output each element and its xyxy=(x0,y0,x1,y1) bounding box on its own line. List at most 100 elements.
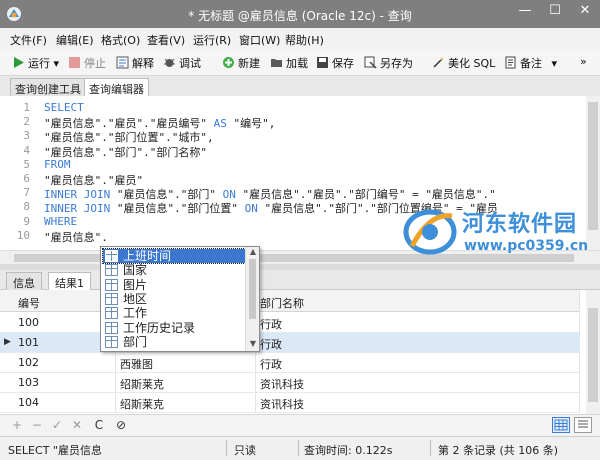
line-number: 5 xyxy=(23,157,30,171)
save-icon xyxy=(317,57,328,68)
maximize-button[interactable]: ☐ xyxy=(540,0,570,22)
load-button[interactable]: 加载 xyxy=(270,55,308,71)
run-button[interactable]: 运行 ▾ xyxy=(12,55,59,71)
menu-window[interactable]: 窗口(W) xyxy=(239,32,280,48)
result-tabs: 信息 结果1 xyxy=(0,270,600,290)
table-cell[interactable]: 资讯科技 xyxy=(256,373,580,392)
table-cell[interactable]: 104 xyxy=(0,393,116,412)
sql-keyword: INNER JOIN xyxy=(44,202,111,216)
table-cell[interactable]: 绍斯莱克 xyxy=(116,393,256,412)
code-line[interactable]: 1 SELECT xyxy=(0,101,600,116)
grid-view-icon xyxy=(554,419,568,431)
table-cell[interactable]: 西雅图 xyxy=(116,353,256,372)
menu-view[interactable]: 查看(V) xyxy=(147,32,185,48)
autocomplete-scrollbar[interactable]: ▲ ▼ xyxy=(245,247,259,351)
code-line[interactable]: 5 FROM xyxy=(0,158,600,173)
refresh-button[interactable]: C xyxy=(92,418,106,432)
table-icon xyxy=(105,264,118,277)
query-tabs: 查询创建工具 查询编辑器 xyxy=(0,76,600,96)
tab-result-1[interactable]: 结果1 xyxy=(48,272,91,290)
column-header-department[interactable]: 部门名称 xyxy=(256,290,580,312)
grid-view-button[interactable] xyxy=(552,417,570,433)
menu-file[interactable]: 文件(F) xyxy=(10,32,47,48)
apply-changes-button[interactable]: ✓ xyxy=(50,418,64,432)
status-separator xyxy=(430,440,431,456)
new-button[interactable]: 新建 xyxy=(222,55,260,71)
autocomplete-item[interactable]: 上班时间 xyxy=(102,248,246,264)
code-line[interactable]: 3 "雇员信息"."部门位置"."城市", xyxy=(0,129,600,144)
stop-button[interactable]: 停止 xyxy=(68,55,106,71)
code-line[interactable]: 7 INNER JOIN "雇员信息"."部门" ON "雇员信息"."雇员"."… xyxy=(0,186,600,201)
toolbar-overflow-button[interactable]: » xyxy=(580,55,587,71)
explain-button[interactable]: 解释 xyxy=(116,55,154,71)
table-cell[interactable]: 101 xyxy=(0,333,116,352)
new-label: 新建 xyxy=(238,57,260,70)
close-button[interactable]: ✕ xyxy=(570,0,600,22)
notes-label: 备注 xyxy=(520,57,542,70)
notes-dropdown-arrow[interactable]: ▾ xyxy=(552,57,558,70)
column-header-id[interactable]: 编号 xyxy=(0,290,116,312)
line-number: 7 xyxy=(23,186,30,200)
minimize-button[interactable]: — xyxy=(510,0,540,22)
table-cell[interactable]: 100 xyxy=(0,313,116,332)
menu-format[interactable]: 格式(O) xyxy=(101,32,140,48)
status-bar: SELECT "雇员信息 只读 查询时间: 0.122s 第 2 条记录 (共 … xyxy=(0,436,600,460)
autocomplete-item[interactable]: 图片 xyxy=(103,278,245,292)
code-line[interactable]: 4 "雇员信息"."部门"."部门名称" xyxy=(0,144,600,159)
table-cell[interactable]: 绍斯莱克 xyxy=(116,373,256,392)
table-cell[interactable]: 行政 xyxy=(256,313,580,332)
table-cell[interactable]: 103 xyxy=(0,373,116,392)
autocomplete-scroll-thumb[interactable] xyxy=(249,259,256,319)
autocomplete-label: 工作 xyxy=(123,306,148,321)
sql-keyword: ON xyxy=(244,202,258,216)
grid-toolbar: + − ✓ ✕ C ⊘ xyxy=(0,414,600,436)
menu-edit[interactable]: 编辑(E) xyxy=(56,32,94,48)
delete-record-button[interactable]: − xyxy=(30,418,44,432)
beautify-sql-button[interactable]: 美化 SQL xyxy=(432,55,495,71)
tab-query-editor[interactable]: 查询编辑器 xyxy=(84,78,149,96)
table-cell[interactable]: 102 xyxy=(0,353,116,372)
autocomplete-item[interactable]: 国家 xyxy=(103,263,245,277)
sql-keyword: INNER JOIN xyxy=(44,188,111,202)
autocomplete-label: 地区 xyxy=(123,291,148,306)
line-number: 1 xyxy=(23,101,30,114)
code-line[interactable]: 2 "雇员信息"."雇员"."雇员编号" AS "编号", xyxy=(0,115,600,130)
tab-info[interactable]: 信息 xyxy=(6,272,42,290)
autocomplete-item[interactable]: 工作 xyxy=(103,306,245,320)
line-number: 3 xyxy=(23,129,30,143)
sql-keyword: ON xyxy=(222,188,236,202)
table-row[interactable]: 103 绍斯莱克 资讯科技 xyxy=(0,373,580,393)
title-bar: * 无标题 @雇员信息 (Oracle 12c) - 查询 — ☐ ✕ xyxy=(0,0,600,28)
table-cell[interactable]: 行政 xyxy=(256,333,580,352)
discard-changes-button[interactable]: ✕ xyxy=(70,418,84,432)
notes-icon xyxy=(505,56,516,69)
table-row[interactable]: 100西雅图行政 xyxy=(0,313,580,333)
table-row[interactable]: 104 绍斯莱克 资讯科技 xyxy=(0,393,580,413)
menu-run[interactable]: 运行(R) xyxy=(193,32,231,48)
save-button[interactable]: 保存 xyxy=(316,55,354,71)
menu-help[interactable]: 帮助(H) xyxy=(285,32,324,48)
form-view-button[interactable] xyxy=(574,417,592,433)
table-row[interactable]: ▶101西雅图行政 xyxy=(0,333,580,353)
table-cell[interactable]: 资讯科技 xyxy=(256,393,580,412)
tab-query-builder[interactable]: 查询创建工具 xyxy=(10,78,86,96)
table-row[interactable]: 102 西雅图 行政 xyxy=(0,353,580,373)
grid-scroll-thumb[interactable] xyxy=(588,308,598,402)
run-dropdown-arrow[interactable]: ▾ xyxy=(54,57,60,70)
autocomplete-item[interactable]: 部门 xyxy=(103,335,245,349)
stop-loading-button[interactable]: ⊘ xyxy=(114,418,128,432)
scroll-down-icon[interactable]: ▼ xyxy=(246,339,259,348)
status-sql-text: SELECT "雇员信息 xyxy=(8,444,102,457)
autocomplete-item[interactable]: 工作历史记录 xyxy=(103,321,245,335)
save-as-button[interactable]: 另存为 xyxy=(364,55,413,71)
debug-button[interactable]: 调试 xyxy=(163,55,201,71)
notes-button[interactable]: 备注 ▾ xyxy=(504,55,557,71)
add-record-button[interactable]: + xyxy=(10,418,24,432)
grid-vertical-scrollbar[interactable] xyxy=(586,290,600,414)
code-line[interactable]: 6 "雇员信息"."雇员" xyxy=(0,172,600,187)
scroll-up-icon[interactable]: ▲ xyxy=(246,247,259,256)
status-record-position: 第 2 条记录 (共 106 条) xyxy=(438,444,559,457)
table-cell[interactable]: 行政 xyxy=(256,353,580,372)
play-icon xyxy=(14,57,24,68)
autocomplete-item[interactable]: 地区 xyxy=(103,292,245,306)
